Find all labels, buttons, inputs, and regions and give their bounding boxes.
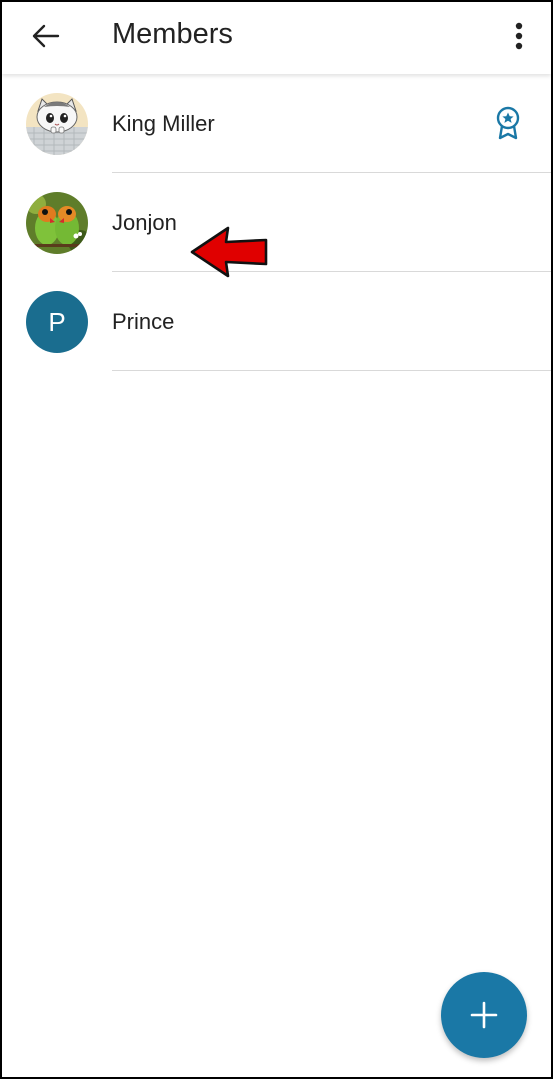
avatar [26,192,88,254]
screen: Members King Miller Jonjon P Prince [0,0,553,1079]
cat-avatar-image [26,93,88,155]
overflow-menu-button[interactable] [503,14,535,58]
page-title: Members [112,18,233,50]
arrow-left-icon [32,24,60,48]
more-vert-icon [515,22,523,50]
list-item[interactable]: P Prince [2,272,551,371]
add-member-button[interactable] [441,972,527,1058]
members-list: King Miller Jonjon P Prince [2,74,551,371]
avatar: P [26,291,88,353]
annotation-arrow-icon [190,224,270,280]
member-name: Prince [112,309,175,334]
avatar [26,93,88,155]
member-name: Jonjon [112,210,177,235]
parrots-avatar-image [26,192,88,254]
list-item[interactable]: King Miller [2,74,551,173]
list-item[interactable]: Jonjon [2,173,551,272]
back-button[interactable] [24,14,68,58]
app-bar: Members [2,2,551,74]
admin-badge [495,106,521,140]
divider [112,370,551,371]
member-name: King Miller [112,111,215,136]
award-icon [496,106,520,140]
plus-icon [470,1001,498,1029]
